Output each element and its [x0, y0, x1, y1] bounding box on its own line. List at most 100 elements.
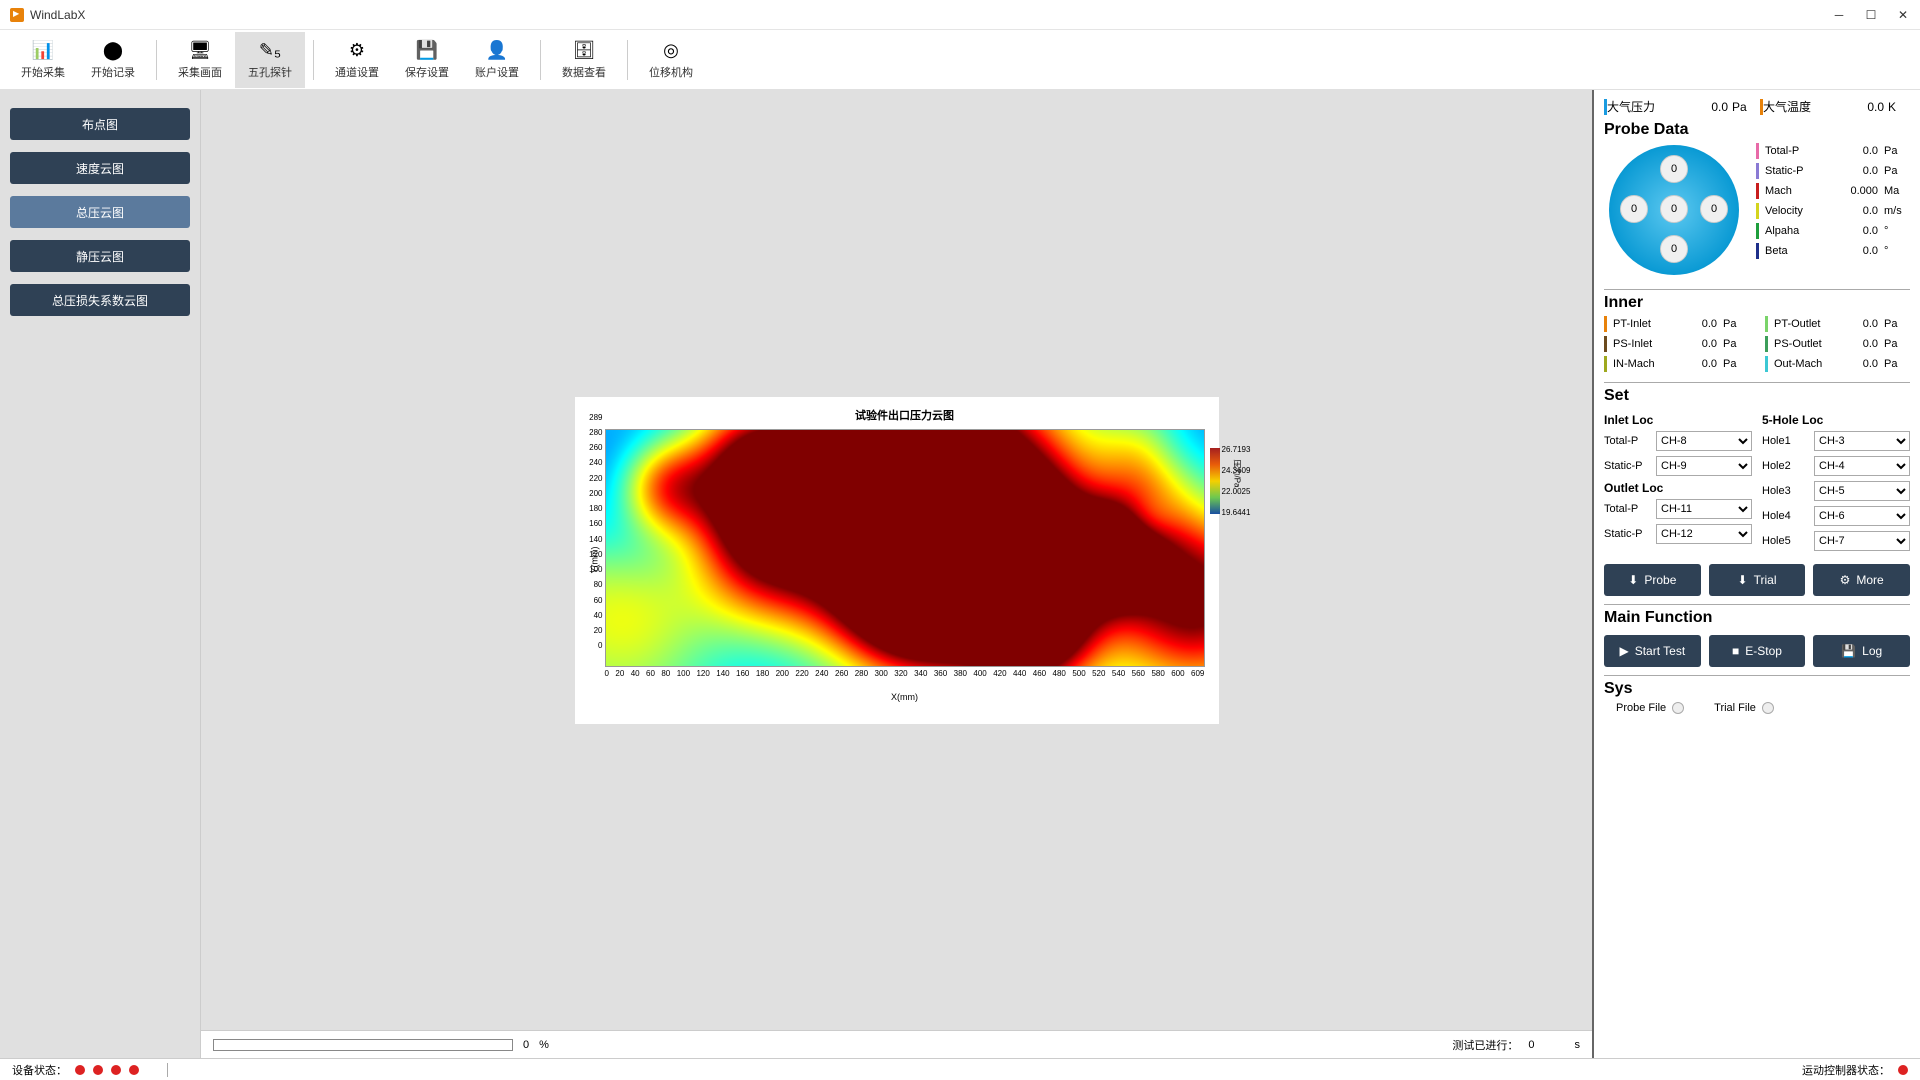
- marker-icon: [1765, 356, 1768, 372]
- plot-xlabel: X(mm): [605, 692, 1205, 702]
- statusbar: 设备状态： 运动控制器状态：: [0, 1058, 1920, 1080]
- env-temp: 大气温度 0.0 K: [1760, 98, 1910, 115]
- section-mainfn-title: Main Function: [1604, 604, 1910, 627]
- colorbar: 26.719324.360922.002519.6441 压力/Pa: [1210, 448, 1250, 514]
- outlet-loc-title: Outlet Loc: [1604, 481, 1752, 495]
- tool-0[interactable]: 📊开始采集: [8, 32, 78, 88]
- tool-icon: 📊: [32, 39, 54, 61]
- tool-4[interactable]: ⚙通道设置: [322, 32, 392, 88]
- section-sys-title: Sys: [1604, 675, 1910, 698]
- trial-file-label: Trial File: [1714, 702, 1756, 714]
- fivehole-loc-title: 5-Hole Loc: [1762, 413, 1910, 427]
- inlet-select-1[interactable]: CH-9: [1656, 456, 1752, 476]
- tool-label: 采集画面: [178, 64, 222, 80]
- inlet-label-0: Total-P: [1604, 435, 1652, 447]
- tool-icon: 🖥: [189, 39, 211, 61]
- sidebar-item-1[interactable]: 速度云图: [10, 152, 190, 184]
- inner-unit: Pa: [1884, 338, 1910, 350]
- maximize-button[interactable]: ☐: [1864, 8, 1878, 22]
- probe-item-label: Mach: [1765, 185, 1832, 197]
- tool-icon: 🗄: [573, 39, 595, 61]
- fivehole-select-2[interactable]: CH-5: [1814, 481, 1910, 501]
- inlet-select-0[interactable]: CH-8: [1656, 431, 1752, 451]
- fivehole-select-0[interactable]: CH-3: [1814, 431, 1910, 451]
- probe-item-value: 0.000: [1838, 185, 1878, 197]
- sidebar-item-2[interactable]: 总压云图: [10, 196, 190, 228]
- inner-label: PT-Outlet: [1774, 318, 1832, 330]
- inner-value: 0.0: [1677, 358, 1717, 370]
- tool-icon: ✎₅: [259, 39, 281, 61]
- plot-area: 试验件出口压力云图 Y(mm) 289280260240220200180160…: [201, 90, 1592, 1030]
- status-dot-icon: [111, 1065, 121, 1075]
- colorbar-label: 压力/Pa: [1232, 459, 1243, 487]
- colorbar-gradient-icon: [1210, 448, 1220, 514]
- inner-unit: Pa: [1884, 318, 1910, 330]
- fivehole-select-1[interactable]: CH-4: [1814, 456, 1910, 476]
- probe-item-unit: °: [1884, 225, 1910, 237]
- outlet-select-0[interactable]: CH-11: [1656, 499, 1752, 519]
- heatmap[interactable]: 26.719324.360922.002519.6441 压力/Pa: [605, 429, 1205, 667]
- tool-8[interactable]: ◎位移机构: [636, 32, 706, 88]
- probe-button[interactable]: ⬇Probe: [1604, 564, 1701, 596]
- tool-6[interactable]: 👤账户设置: [462, 32, 532, 88]
- fivehole-select-4[interactable]: CH-7: [1814, 531, 1910, 551]
- probe-item-label: Total-P: [1765, 145, 1832, 157]
- marker-icon: [1765, 316, 1768, 332]
- probe-diagram: 0 0 0 0 0: [1604, 143, 1744, 283]
- plot-yticks: 2892802602402202001801601401201008060402…: [589, 413, 603, 651]
- elapsed-unit: s: [1575, 1039, 1581, 1051]
- gear-icon: ⚙: [1840, 573, 1851, 587]
- tool-label: 账户设置: [475, 64, 519, 80]
- section-set-title: Set: [1604, 382, 1910, 405]
- sidebar-item-0[interactable]: 布点图: [10, 108, 190, 140]
- probe-item-value: 0.0: [1838, 225, 1878, 237]
- inner-label: PS-Inlet: [1613, 338, 1671, 350]
- plot-container: 试验件出口压力云图 Y(mm) 289280260240220200180160…: [575, 397, 1219, 724]
- more-button[interactable]: ⚙More: [1813, 564, 1910, 596]
- minimize-button[interactable]: ─: [1832, 8, 1846, 22]
- estop-button[interactable]: ■E-Stop: [1709, 635, 1806, 667]
- tool-icon: 💾: [416, 39, 438, 61]
- close-button[interactable]: ✕: [1896, 8, 1910, 22]
- progress-pct-unit: %: [539, 1039, 549, 1051]
- sidebar-item-4[interactable]: 总压损失系数云图: [10, 284, 190, 316]
- trial-button[interactable]: ⬇Trial: [1709, 564, 1806, 596]
- download-icon: ⬇: [1628, 573, 1638, 587]
- probe-item-label: Alpaha: [1765, 225, 1832, 237]
- device-status-label: 设备状态：: [12, 1062, 67, 1078]
- env-pressure-label: 大气压力: [1607, 98, 1688, 115]
- trial-file-indicator: [1762, 702, 1774, 714]
- start-test-button[interactable]: ▶Start Test: [1604, 635, 1701, 667]
- tool-7[interactable]: 🗄数据查看: [549, 32, 619, 88]
- motion-status-label: 运动控制器状态：: [1802, 1062, 1890, 1078]
- fivehole-label-3: Hole4: [1762, 510, 1810, 522]
- marker-icon: [1756, 183, 1759, 199]
- center-panel: 试验件出口压力云图 Y(mm) 289280260240220200180160…: [200, 90, 1592, 1058]
- inlet-label-1: Static-P: [1604, 460, 1652, 472]
- probe-file-indicator: [1672, 702, 1684, 714]
- outlet-label-0: Total-P: [1604, 503, 1652, 515]
- stop-icon: ■: [1732, 644, 1739, 658]
- log-button[interactable]: 💾Log: [1813, 635, 1910, 667]
- probe-item-unit: Pa: [1884, 165, 1910, 177]
- tool-1[interactable]: ⬤开始记录: [78, 32, 148, 88]
- probe-item-value: 0.0: [1838, 145, 1878, 157]
- titlebar: WindLabX ─ ☐ ✕: [0, 0, 1920, 30]
- tool-label: 保存设置: [405, 64, 449, 80]
- tool-2[interactable]: 🖥 采集画面: [165, 32, 235, 88]
- tool-5[interactable]: 💾 保存设置: [392, 32, 462, 88]
- tool-3[interactable]: ✎₅五孔探针: [235, 32, 305, 88]
- toolbar: 📊开始采集⬤开始记录 🖥 采集画面 ✎₅五孔探针 ⚙通道设置 💾 保存设置 👤账户设置 🗄数据查…: [0, 30, 1920, 90]
- section-probe-title: Probe Data: [1604, 121, 1910, 139]
- fivehole-label-4: Hole5: [1762, 535, 1810, 547]
- sidebar-item-3[interactable]: 静压云图: [10, 240, 190, 272]
- progress-bar-row: 0 % 测试已进行： 0 s: [201, 1030, 1592, 1058]
- inner-unit: Pa: [1723, 318, 1749, 330]
- fivehole-select-3[interactable]: CH-6: [1814, 506, 1910, 526]
- probe-item-value: 0.0: [1838, 205, 1878, 217]
- status-dot-icon: [75, 1065, 85, 1075]
- outlet-select-1[interactable]: CH-12: [1656, 524, 1752, 544]
- tool-icon: ⚙: [346, 39, 368, 61]
- hole-1: 0: [1660, 155, 1688, 183]
- outlet-label-1: Static-P: [1604, 528, 1652, 540]
